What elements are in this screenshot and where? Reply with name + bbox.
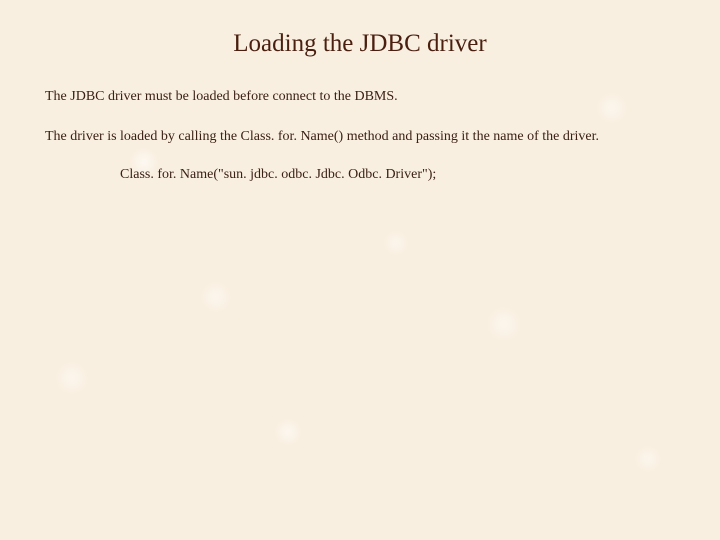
paragraph-1: The JDBC driver must be loaded before co… bbox=[45, 86, 675, 108]
slide-container: Loading the JDBC driver The JDBC driver … bbox=[0, 0, 720, 213]
paragraph-2: The driver is loaded by calling the Clas… bbox=[45, 126, 675, 148]
code-example: Class. for. Name("sun. jdbc. odbc. Jdbc.… bbox=[120, 167, 675, 183]
slide-title: Loading the JDBC driver bbox=[45, 30, 675, 58]
